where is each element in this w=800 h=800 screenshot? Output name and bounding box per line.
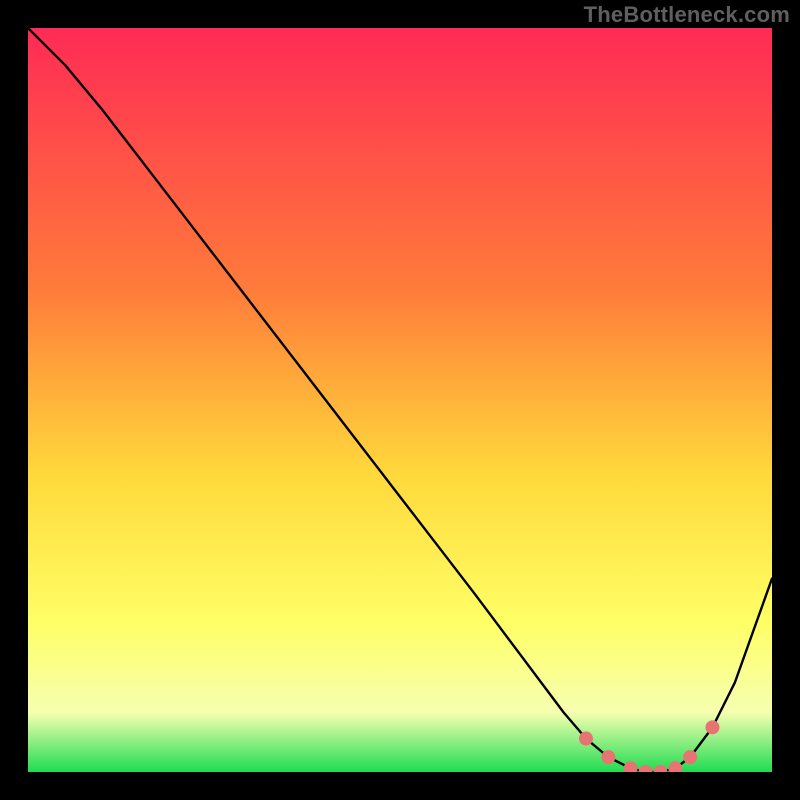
- marker-dot: [601, 750, 615, 764]
- chart-frame: TheBottleneck.com: [0, 0, 800, 800]
- gradient-background: [28, 28, 772, 772]
- marker-dot: [705, 720, 719, 734]
- marker-dot: [579, 732, 593, 746]
- marker-dot: [683, 750, 697, 764]
- chart-svg: [28, 28, 772, 772]
- plot-area: [28, 28, 772, 772]
- watermark-text: TheBottleneck.com: [584, 2, 790, 28]
